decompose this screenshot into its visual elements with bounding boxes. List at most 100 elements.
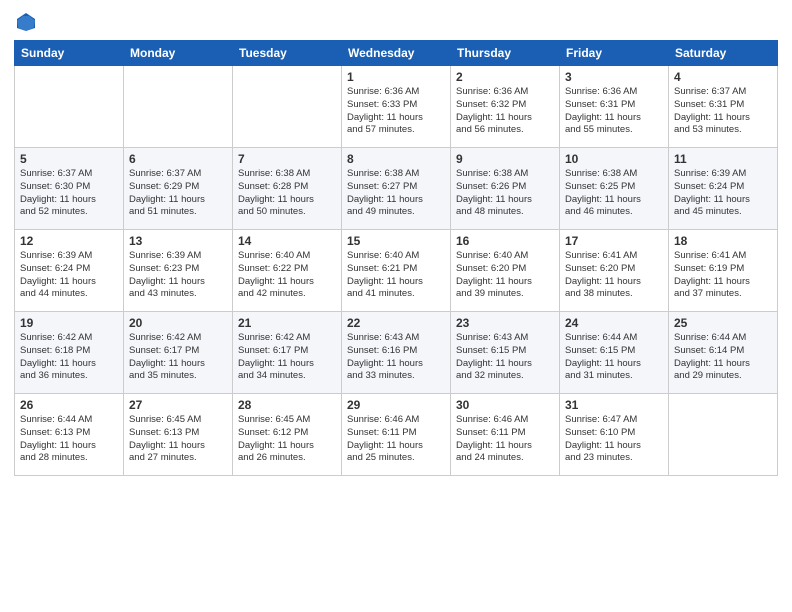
day-number: 12 [20,234,118,248]
day-info: Sunrise: 6:36 AMSunset: 6:32 PMDaylight:… [456,86,554,137]
calendar-cell: 28Sunrise: 6:45 AMSunset: 6:12 PMDayligh… [233,394,342,476]
calendar-cell: 29 Sunrise: 6:46 AMSunset: 6:11 PMDayligh… [342,394,451,476]
day-info: Sunrise: 6:37 AMSunset: 6:29 PMDaylight:… [129,168,227,219]
day-number: 5 [20,152,118,166]
calendar-cell: 1 Sunrise: 6:36 AMSunset: 6:33 PMDaylight… [342,66,451,148]
day-number: 15 [347,234,445,248]
day-number: 14 [238,234,336,248]
calendar-cell: 26 Sunrise: 6:44 AMSunset: 6:13 PMDayligh… [15,394,124,476]
calendar-cell: 17Sunrise: 6:41 AMSunset: 6:20 PMDayligh… [560,230,669,312]
day-info: Sunrise: 6:40 AMSunset: 6:21 PMDaylight:… [347,250,445,301]
day-info: Sunrise: 6:43 AMSunset: 6:15 PMDaylight:… [456,332,554,383]
day-number: 9 [456,152,554,166]
weekday-header-tuesday: Tuesday [233,41,342,66]
day-info: Sunrise: 6:37 AMSunset: 6:30 PMDaylight:… [20,168,118,219]
calendar-cell: 31 Sunrise: 6:47 AMSunset: 6:10 PMDayligh… [560,394,669,476]
calendar-cell: 6 Sunrise: 6:37 AMSunset: 6:29 PMDaylight… [124,148,233,230]
day-info: Sunrise: 6:40 AMSunset: 6:20 PMDaylight:… [456,250,554,301]
day-info: Sunrise: 6:44 AMSunset: 6:14 PMDaylight:… [674,332,772,383]
calendar-cell: 27 Sunrise: 6:45 AMSunset: 6:13 PMDayligh… [124,394,233,476]
day-info: Sunrise: 6:43 AMSunset: 6:16 PMDaylight:… [347,332,445,383]
calendar-cell: 13Sunrise: 6:39 AMSunset: 6:23 PMDayligh… [124,230,233,312]
calendar-week-2: 12 Sunrise: 6:39 AMSunset: 6:24 PMDayligh… [15,230,778,312]
weekday-header-monday: Monday [124,41,233,66]
calendar-table: SundayMondayTuesdayWednesdayThursdayFrid… [14,40,778,476]
day-number: 18 [674,234,772,248]
weekday-header-saturday: Saturday [669,41,778,66]
weekday-header-row: SundayMondayTuesdayWednesdayThursdayFrid… [15,41,778,66]
calendar-cell [124,66,233,148]
day-number: 6 [129,152,227,166]
day-number: 11 [674,152,772,166]
day-info: Sunrise: 6:44 AMSunset: 6:15 PMDaylight:… [565,332,663,383]
day-number: 7 [238,152,336,166]
day-info: Sunrise: 6:40 AMSunset: 6:22 PMDaylight:… [238,250,336,301]
day-info: Sunrise: 6:37 AMSunset: 6:31 PMDaylight:… [674,86,772,137]
calendar-cell: 25 Sunrise: 6:44 AMSunset: 6:14 PMDayligh… [669,312,778,394]
calendar-cell [669,394,778,476]
weekday-header-thursday: Thursday [451,41,560,66]
calendar-cell: 22Sunrise: 6:43 AMSunset: 6:16 PMDayligh… [342,312,451,394]
calendar-cell: 7 Sunrise: 6:38 AMSunset: 6:28 PMDaylight… [233,148,342,230]
day-info: Sunrise: 6:42 AMSunset: 6:17 PMDaylight:… [238,332,336,383]
day-info: Sunrise: 6:44 AMSunset: 6:13 PMDaylight:… [20,414,118,465]
day-number: 25 [674,316,772,330]
day-info: Sunrise: 6:38 AMSunset: 6:27 PMDaylight:… [347,168,445,219]
logo-icon [14,10,38,34]
logo [14,10,42,34]
page-container: SundayMondayTuesdayWednesdayThursdayFrid… [0,0,792,612]
calendar-cell: 9Sunrise: 6:38 AMSunset: 6:26 PMDaylight… [451,148,560,230]
day-number: 4 [674,70,772,84]
calendar-week-4: 26 Sunrise: 6:44 AMSunset: 6:13 PMDayligh… [15,394,778,476]
day-info: Sunrise: 6:36 AMSunset: 6:31 PMDaylight:… [565,86,663,137]
calendar-cell: 10 Sunrise: 6:38 AMSunset: 6:25 PMDayligh… [560,148,669,230]
day-info: Sunrise: 6:39 AMSunset: 6:24 PMDaylight:… [20,250,118,301]
day-info: Sunrise: 6:38 AMSunset: 6:28 PMDaylight:… [238,168,336,219]
day-number: 31 [565,398,663,412]
day-number: 17 [565,234,663,248]
calendar-week-1: 5 Sunrise: 6:37 AMSunset: 6:30 PMDaylight… [15,148,778,230]
day-info: Sunrise: 6:36 AMSunset: 6:33 PMDaylight:… [347,86,445,137]
day-number: 27 [129,398,227,412]
day-number: 26 [20,398,118,412]
header [14,10,778,34]
calendar-cell [15,66,124,148]
calendar-cell [233,66,342,148]
day-info: Sunrise: 6:42 AMSunset: 6:17 PMDaylight:… [129,332,227,383]
day-info: Sunrise: 6:42 AMSunset: 6:18 PMDaylight:… [20,332,118,383]
weekday-header-sunday: Sunday [15,41,124,66]
day-info: Sunrise: 6:46 AMSunset: 6:11 PMDaylight:… [456,414,554,465]
calendar-cell: 19 Sunrise: 6:42 AMSunset: 6:18 PMDayligh… [15,312,124,394]
day-info: Sunrise: 6:46 AMSunset: 6:11 PMDaylight:… [347,414,445,465]
day-number: 21 [238,316,336,330]
day-number: 13 [129,234,227,248]
calendar-cell: 5 Sunrise: 6:37 AMSunset: 6:30 PMDaylight… [15,148,124,230]
day-number: 19 [20,316,118,330]
day-number: 2 [456,70,554,84]
day-number: 30 [456,398,554,412]
calendar-week-3: 19 Sunrise: 6:42 AMSunset: 6:18 PMDayligh… [15,312,778,394]
calendar-cell: 16 Sunrise: 6:40 AMSunset: 6:20 PMDayligh… [451,230,560,312]
day-info: Sunrise: 6:45 AMSunset: 6:13 PMDaylight:… [129,414,227,465]
weekday-header-friday: Friday [560,41,669,66]
calendar-cell: 30 Sunrise: 6:46 AMSunset: 6:11 PMDayligh… [451,394,560,476]
day-info: Sunrise: 6:39 AMSunset: 6:24 PMDaylight:… [674,168,772,219]
day-number: 16 [456,234,554,248]
calendar-cell: 3 Sunrise: 6:36 AMSunset: 6:31 PMDaylight… [560,66,669,148]
calendar-cell: 23 Sunrise: 6:43 AMSunset: 6:15 PMDayligh… [451,312,560,394]
calendar-cell: 20Sunrise: 6:42 AMSunset: 6:17 PMDayligh… [124,312,233,394]
calendar-cell: 8Sunrise: 6:38 AMSunset: 6:27 PMDaylight… [342,148,451,230]
calendar-cell: 15 Sunrise: 6:40 AMSunset: 6:21 PMDayligh… [342,230,451,312]
day-info: Sunrise: 6:45 AMSunset: 6:12 PMDaylight:… [238,414,336,465]
day-info: Sunrise: 6:38 AMSunset: 6:25 PMDaylight:… [565,168,663,219]
day-info: Sunrise: 6:47 AMSunset: 6:10 PMDaylight:… [565,414,663,465]
day-number: 23 [456,316,554,330]
day-number: 10 [565,152,663,166]
weekday-header-wednesday: Wednesday [342,41,451,66]
day-number: 1 [347,70,445,84]
day-number: 24 [565,316,663,330]
day-number: 3 [565,70,663,84]
calendar-week-0: 1 Sunrise: 6:36 AMSunset: 6:33 PMDaylight… [15,66,778,148]
day-number: 29 [347,398,445,412]
calendar-cell: 4 Sunrise: 6:37 AMSunset: 6:31 PMDaylight… [669,66,778,148]
